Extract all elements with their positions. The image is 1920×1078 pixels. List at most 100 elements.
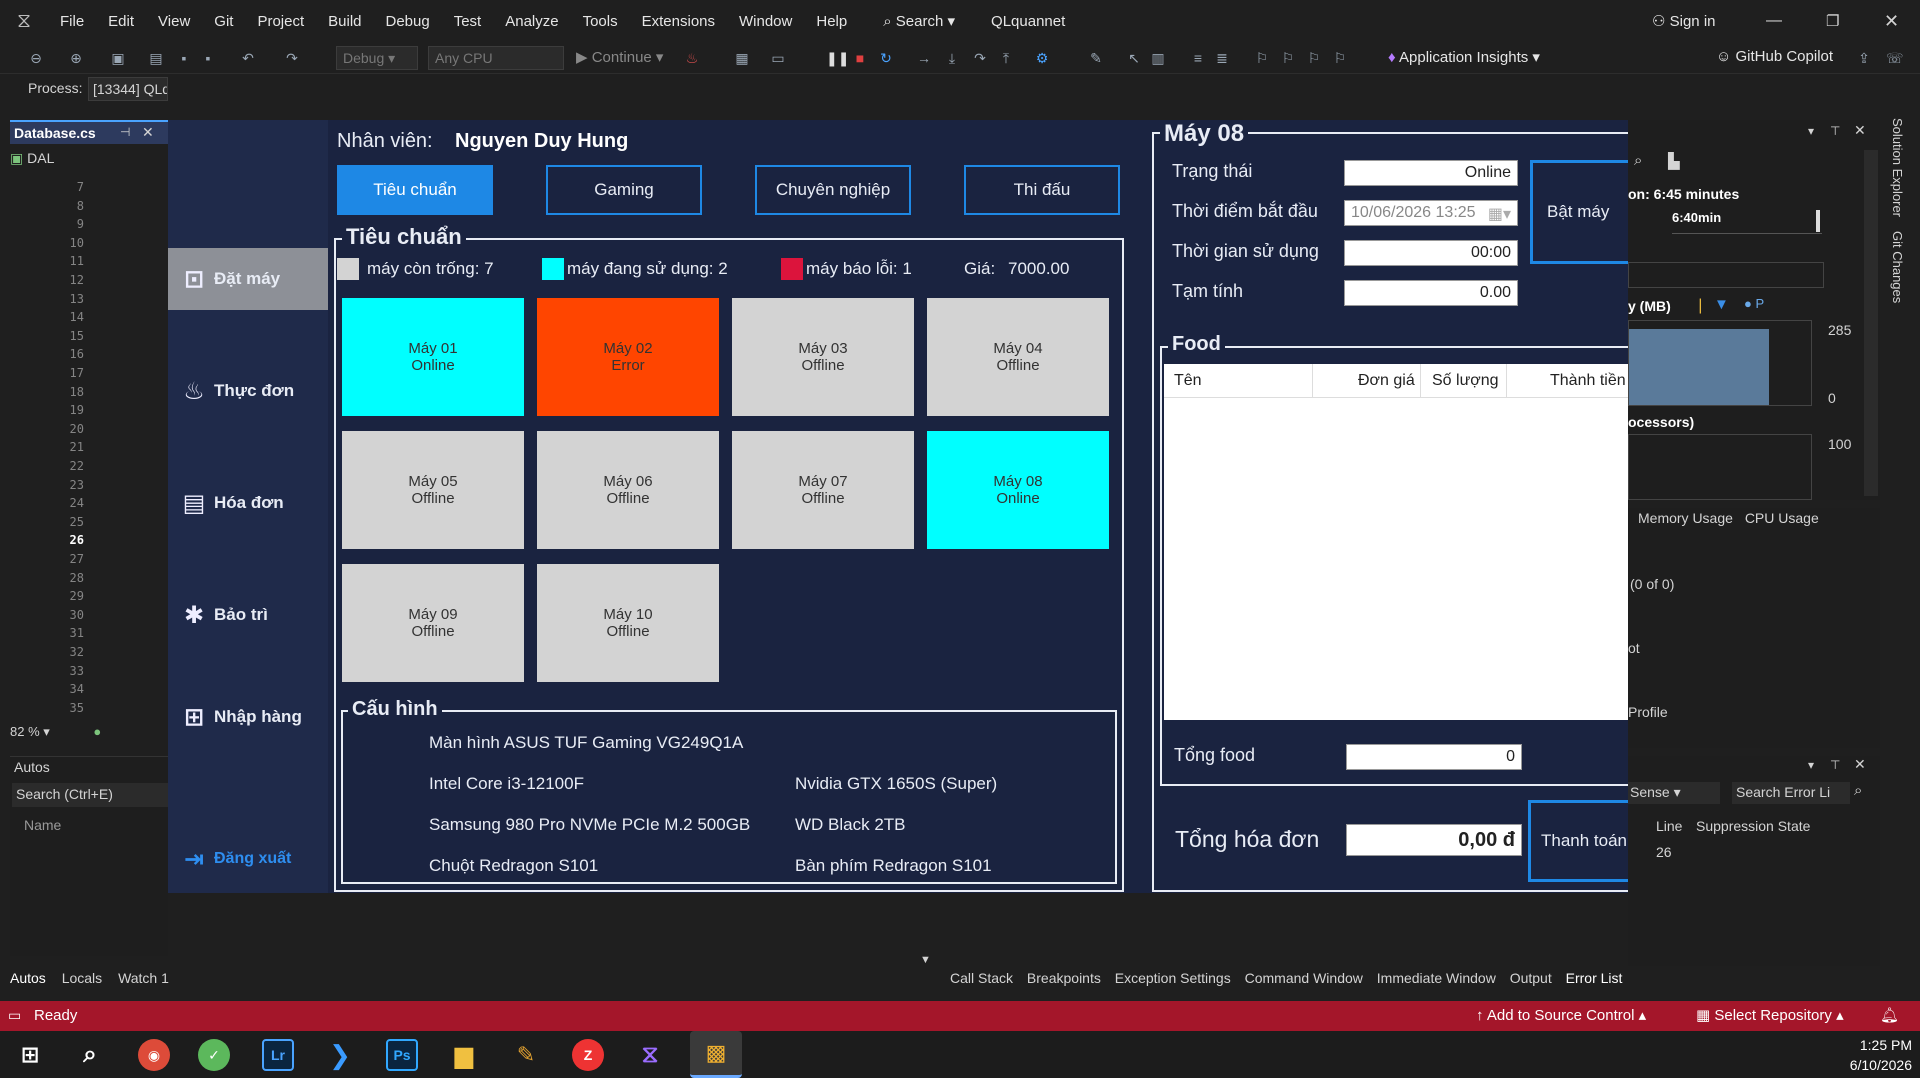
- select-repository-button[interactable]: ▦ Select Repository ▴: [1696, 1006, 1844, 1024]
- pay-button[interactable]: Thanh toán: [1528, 800, 1628, 882]
- lightroom-icon[interactable]: Lr: [262, 1039, 294, 1071]
- tab-error-list[interactable]: Error List: [1566, 970, 1623, 986]
- menu-edit[interactable]: Edit: [96, 13, 146, 30]
- food-col-price[interactable]: Đơn giá: [1358, 372, 1415, 390]
- tab-cpu-usage[interactable]: CPU Usage: [1745, 510, 1819, 526]
- vscode-icon[interactable]: ❯: [324, 1039, 356, 1071]
- bookmark-next-icon[interactable]: ⚐: [1306, 50, 1322, 66]
- tab-memory-usage[interactable]: Memory Usage: [1638, 510, 1733, 526]
- step-into-icon[interactable]: ⤓: [944, 50, 960, 66]
- tab-output[interactable]: Output: [1510, 970, 1552, 986]
- search-button[interactable]: ⌕ Search ▾: [883, 12, 955, 30]
- machine-tile[interactable]: Máy 04 Offline: [925, 296, 1111, 418]
- back-icon[interactable]: ⊖: [28, 50, 44, 66]
- tab-autos[interactable]: Autos: [10, 970, 46, 986]
- xaml-icon[interactable]: ✎: [1088, 50, 1104, 66]
- file-tab[interactable]: Database.cs ⊣ ✕: [10, 120, 168, 144]
- menu-project[interactable]: Project: [245, 13, 316, 30]
- machine-tile[interactable]: Máy 06 Offline: [535, 429, 721, 551]
- configuration-select[interactable]: Debug ▾: [336, 46, 418, 70]
- solution-explorer-tab[interactable]: Solution Explorer: [1890, 118, 1905, 217]
- platform-select[interactable]: Any CPU: [428, 46, 564, 70]
- bookmark-prev-icon[interactable]: ⚐: [1280, 50, 1296, 66]
- machine-tile[interactable]: Máy 02 Error: [535, 296, 721, 418]
- sign-in-button[interactable]: ⚇ Sign in: [1652, 12, 1716, 30]
- close-window-button[interactable]: ✕: [1884, 11, 1899, 32]
- app-insights-button[interactable]: ♦ Application Insights ▾: [1388, 48, 1540, 66]
- turn-on-button[interactable]: Bật máy: [1530, 160, 1628, 264]
- continue-button[interactable]: ▶ Continue ▾: [576, 48, 663, 66]
- nav-nhap-hang[interactable]: ⊞ Nhập hàng: [168, 686, 328, 748]
- machine-tile[interactable]: Máy 08 Online: [925, 429, 1111, 551]
- status-field[interactable]: Online: [1344, 160, 1518, 186]
- file-explorer-icon[interactable]: ▆: [448, 1039, 480, 1071]
- indent-icon[interactable]: ≣: [1214, 50, 1230, 66]
- columns-icon[interactable]: ▥: [1150, 50, 1166, 66]
- menu-extensions[interactable]: Extensions: [630, 13, 727, 30]
- save-icon[interactable]: ▪: [176, 50, 192, 66]
- chrome-icon[interactable]: ◉: [138, 1039, 170, 1071]
- restart-icon[interactable]: ↻: [878, 50, 894, 66]
- machine-tile[interactable]: Máy 09 Offline: [340, 562, 526, 684]
- hot-reload-icon[interactable]: ♨: [684, 50, 700, 66]
- redo-icon[interactable]: ↷: [284, 50, 300, 66]
- share-icon[interactable]: ⇪: [1856, 50, 1872, 66]
- tab-command-window[interactable]: Command Window: [1245, 970, 1363, 986]
- cursor-icon[interactable]: ↖: [1126, 50, 1142, 66]
- show-next-icon[interactable]: →: [916, 50, 932, 66]
- panel-pin-icon[interactable]: ⊤: [1830, 124, 1840, 138]
- food-col-qty[interactable]: Số lượng: [1432, 372, 1499, 390]
- new-item-icon[interactable]: ▣: [110, 50, 126, 66]
- machine-tile[interactable]: Máy 07 Offline: [730, 429, 916, 551]
- editor-scrollbar[interactable]: ▼: [920, 886, 942, 966]
- stop-icon[interactable]: ■: [852, 50, 868, 66]
- folder-icon[interactable]: ▦: [734, 50, 750, 66]
- nav-hoa-don[interactable]: ▤ Hóa đơn: [168, 472, 328, 534]
- undo-icon[interactable]: ↶: [240, 50, 256, 66]
- start-time-picker[interactable]: 10/06/2026 13:25 ▦▾: [1344, 200, 1518, 226]
- tab-chuyen-nghiep[interactable]: Chuyên nghiệp: [755, 165, 911, 215]
- tab-watch1[interactable]: Watch 1: [118, 970, 169, 986]
- menu-file[interactable]: File: [48, 13, 96, 30]
- photoshop-icon[interactable]: Ps: [386, 1039, 418, 1071]
- copilot-button[interactable]: ☺ GitHub Copilot: [1716, 48, 1833, 65]
- errors-pin-icon[interactable]: ⊤: [1830, 758, 1840, 772]
- food-total-field[interactable]: 0: [1346, 744, 1522, 770]
- menu-tools[interactable]: Tools: [571, 13, 630, 30]
- zoom-control[interactable]: 82 % ▾ ●: [10, 724, 168, 744]
- errors-close-icon[interactable]: ✕: [1854, 756, 1866, 773]
- take-snapshot-label[interactable]: ot: [1628, 640, 1640, 656]
- error-search-icon[interactable]: ⌕: [1854, 782, 1862, 799]
- step-out-icon[interactable]: ⤒: [998, 50, 1014, 66]
- menu-build[interactable]: Build: [316, 13, 373, 30]
- search-icon[interactable]: ⌕: [74, 1039, 106, 1071]
- menu-debug[interactable]: Debug: [374, 13, 442, 30]
- food-col-amount[interactable]: Thành tiền: [1550, 372, 1626, 390]
- minimize-button[interactable]: —: [1766, 12, 1782, 30]
- menu-help[interactable]: Help: [804, 13, 859, 30]
- add-source-control-button[interactable]: ↑ Add to Source Control ▴: [1476, 1006, 1646, 1024]
- machine-tile[interactable]: Máy 05 Offline: [340, 429, 526, 551]
- panel-dropdown-icon[interactable]: ▾: [1808, 124, 1814, 138]
- tab-immediate-window[interactable]: Immediate Window: [1377, 970, 1496, 986]
- menu-test[interactable]: Test: [442, 13, 494, 30]
- tab-call-stack[interactable]: Call Stack: [950, 970, 1013, 986]
- menu-view[interactable]: View: [146, 13, 202, 30]
- tab-breakpoints[interactable]: Breakpoints: [1027, 970, 1101, 986]
- save-all-icon[interactable]: ▪: [200, 50, 216, 66]
- menu-git[interactable]: Git: [202, 13, 245, 30]
- error-search-input[interactable]: Search Error Li: [1732, 782, 1850, 804]
- machine-tile[interactable]: Máy 03 Offline: [730, 296, 916, 418]
- feedback-icon[interactable]: ☏: [1886, 50, 1904, 66]
- github-desktop-icon[interactable]: ✓: [198, 1039, 230, 1071]
- notifications-icon[interactable]: 🔔︎: [1880, 1006, 1899, 1024]
- open-folder-icon[interactable]: ▤: [148, 50, 164, 66]
- project-dropdown[interactable]: ▣ DAL: [10, 150, 168, 170]
- diag-scrollbar[interactable]: [1864, 150, 1878, 496]
- chart-icon[interactable]: ▙: [1668, 152, 1680, 170]
- tab-tieu-chuan[interactable]: Tiêu chuẩn: [337, 165, 493, 215]
- outdent-icon[interactable]: ≡: [1190, 50, 1206, 66]
- qlquannet-app-icon[interactable]: ▩: [690, 1031, 742, 1078]
- machine-tile[interactable]: Máy 01 Online: [340, 296, 526, 418]
- git-changes-tab[interactable]: Git Changes: [1890, 231, 1905, 303]
